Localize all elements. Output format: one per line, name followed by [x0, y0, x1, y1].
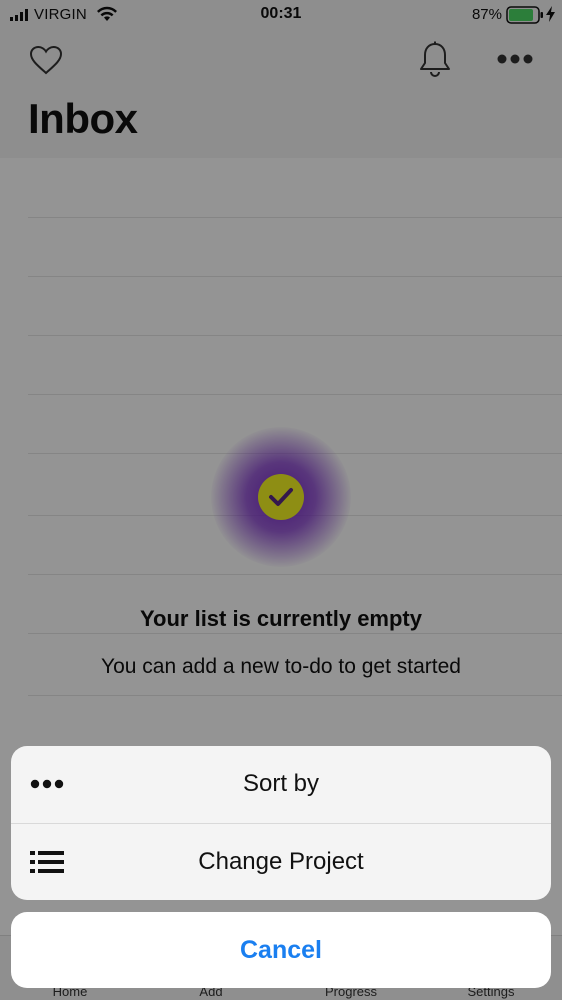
- sort-by-option[interactable]: Sort by: [11, 746, 551, 824]
- cancel-label: Cancel: [240, 936, 322, 964]
- change-project-option[interactable]: Change Project: [11, 824, 551, 900]
- action-sheet: Sort by Change Project: [11, 746, 551, 900]
- screen: VIRGIN 00:31 87% Inbox Your list is curr…: [0, 0, 562, 1000]
- sort-by-label: Sort by: [242, 770, 320, 797]
- cancel-button[interactable]: Cancel: [11, 912, 551, 988]
- change-project-label: Change Project: [198, 848, 364, 875]
